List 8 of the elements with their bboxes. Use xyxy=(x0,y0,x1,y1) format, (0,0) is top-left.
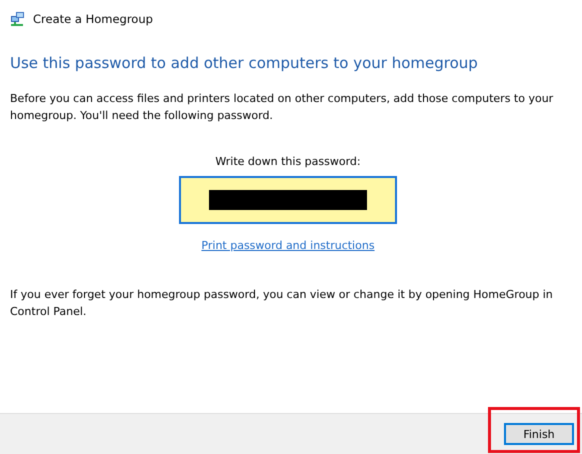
print-link[interactable]: Print password and instructions xyxy=(201,239,375,252)
note-text: If you ever forget your homegroup password, you can view or change it by opening HomeGroup in Control Panel. xyxy=(10,287,554,320)
window-title: Create a Homegroup xyxy=(33,12,153,26)
network-computers-icon xyxy=(10,11,26,27)
intro-text: Before you can access files and printers located on other computers, add those computers to your homegroup. You'll need the following password. xyxy=(10,91,554,124)
finish-button[interactable]: Finish xyxy=(504,423,574,445)
page-heading: Use this password to add other computers to your homegroup xyxy=(10,54,479,72)
password-label: Write down this password: xyxy=(215,155,361,168)
